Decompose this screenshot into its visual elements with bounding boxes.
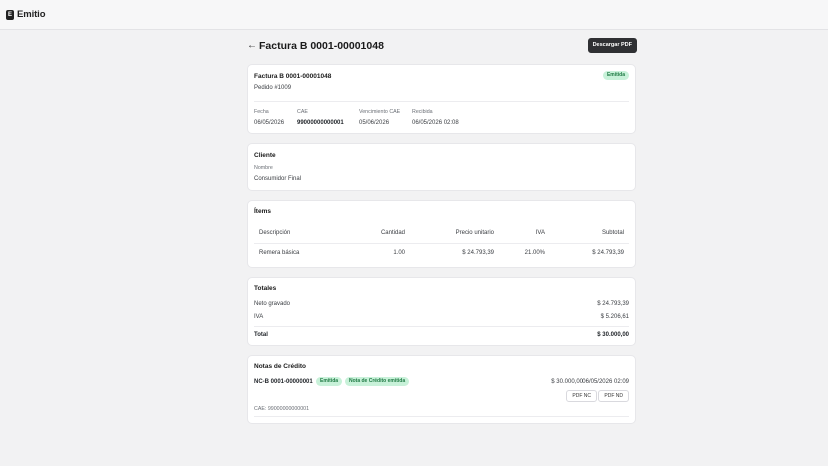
- items-heading: Ítems: [254, 208, 271, 215]
- total-value: $ 30.000,00: [597, 332, 629, 338]
- pdf-nc-button[interactable]: PDF NC: [566, 390, 597, 402]
- invoice-title: Factura B 0001-00001048: [254, 73, 332, 80]
- items-card: Ítems Descripción Cantidad Precio unitar…: [247, 200, 636, 268]
- order-number: Pedido #1009: [254, 85, 292, 91]
- iva-value: $ 5.206,61: [600, 314, 629, 320]
- totals-heading: Totales: [254, 285, 277, 292]
- credit-note-amount: $ 30.000,00: [551, 379, 583, 385]
- credit-notes-heading: Notas de Crédito: [254, 363, 307, 370]
- status-badge: Emitida: [602, 71, 629, 80]
- credit-note-number: NC-B 0001-00000001: [254, 379, 313, 385]
- net-label: Neto gravado: [254, 301, 291, 307]
- cae-label: CAE: [297, 109, 308, 115]
- brand[interactable]: E Emitio: [6, 9, 46, 20]
- item-iva: 21.00%: [524, 250, 545, 256]
- received-value: 06/05/2026 02:08: [412, 120, 459, 126]
- column-iva: IVA: [535, 230, 545, 236]
- item-quantity: 1.00: [393, 250, 405, 256]
- cae-expiry-value: 05/06/2026: [359, 120, 390, 126]
- total-label: Total: [254, 332, 268, 338]
- totals-card: Totales Neto gravado $ 24.793,39 IVA $ 5…: [247, 277, 636, 346]
- brand-logo-icon: E: [6, 9, 14, 20]
- net-value: $ 24.793,39: [597, 301, 629, 307]
- table-header-divider: [254, 243, 629, 244]
- iva-label: IVA: [254, 314, 264, 320]
- received-label: Recibida: [412, 109, 433, 115]
- page-title: Factura B 0001-00001048: [259, 40, 384, 52]
- cae-value: 99000000000001: [297, 120, 344, 126]
- totals-divider: [254, 326, 629, 327]
- column-description: Descripción: [259, 230, 291, 236]
- credit-note-divider: [254, 416, 629, 417]
- column-unit-price: Precio unitario: [455, 230, 494, 236]
- item-subtotal: $ 24.793,39: [592, 250, 624, 256]
- column-quantity: Cantidad: [380, 230, 405, 236]
- divider: [254, 101, 629, 102]
- item-unit-price: $ 24.793,39: [462, 250, 494, 256]
- client-name-value: Consumidor Final: [254, 176, 302, 182]
- pdf-nd-button[interactable]: PDF ND: [598, 390, 629, 402]
- date-label: Fecha: [254, 109, 269, 115]
- column-subtotal: Subtotal: [601, 230, 624, 236]
- client-name-label: Nombre: [254, 165, 273, 171]
- brand-name: Emitio: [17, 9, 46, 20]
- page-header: ← Factura B 0001-00001048 Descargar PDF: [247, 38, 637, 55]
- date-value: 06/05/2026: [254, 120, 285, 126]
- credit-note-type-badge: Nota de Crédito emitida: [345, 377, 410, 386]
- download-pdf-button[interactable]: Descargar PDF: [587, 38, 637, 53]
- back-arrow-icon[interactable]: ←: [247, 40, 257, 52]
- credit-note-status-badge: Emitida: [316, 377, 343, 386]
- item-description: Remera básica: [259, 250, 300, 256]
- top-bar: E Emitio: [0, 0, 828, 30]
- credit-notes-card: Notas de Crédito NC-B 0001-00000001 Emit…: [247, 355, 636, 424]
- client-heading: Cliente: [254, 152, 276, 159]
- credit-note-date: 06/05/2026 02:09: [582, 379, 629, 385]
- client-card: Cliente Nombre Consumidor Final: [247, 143, 636, 191]
- invoice-summary-card: Factura B 0001-00001048 Pedido #1009 Emi…: [247, 64, 636, 134]
- cae-expiry-label: Vencimiento CAE: [359, 109, 401, 115]
- credit-note-cae: CAE: 99000000000001: [254, 406, 310, 412]
